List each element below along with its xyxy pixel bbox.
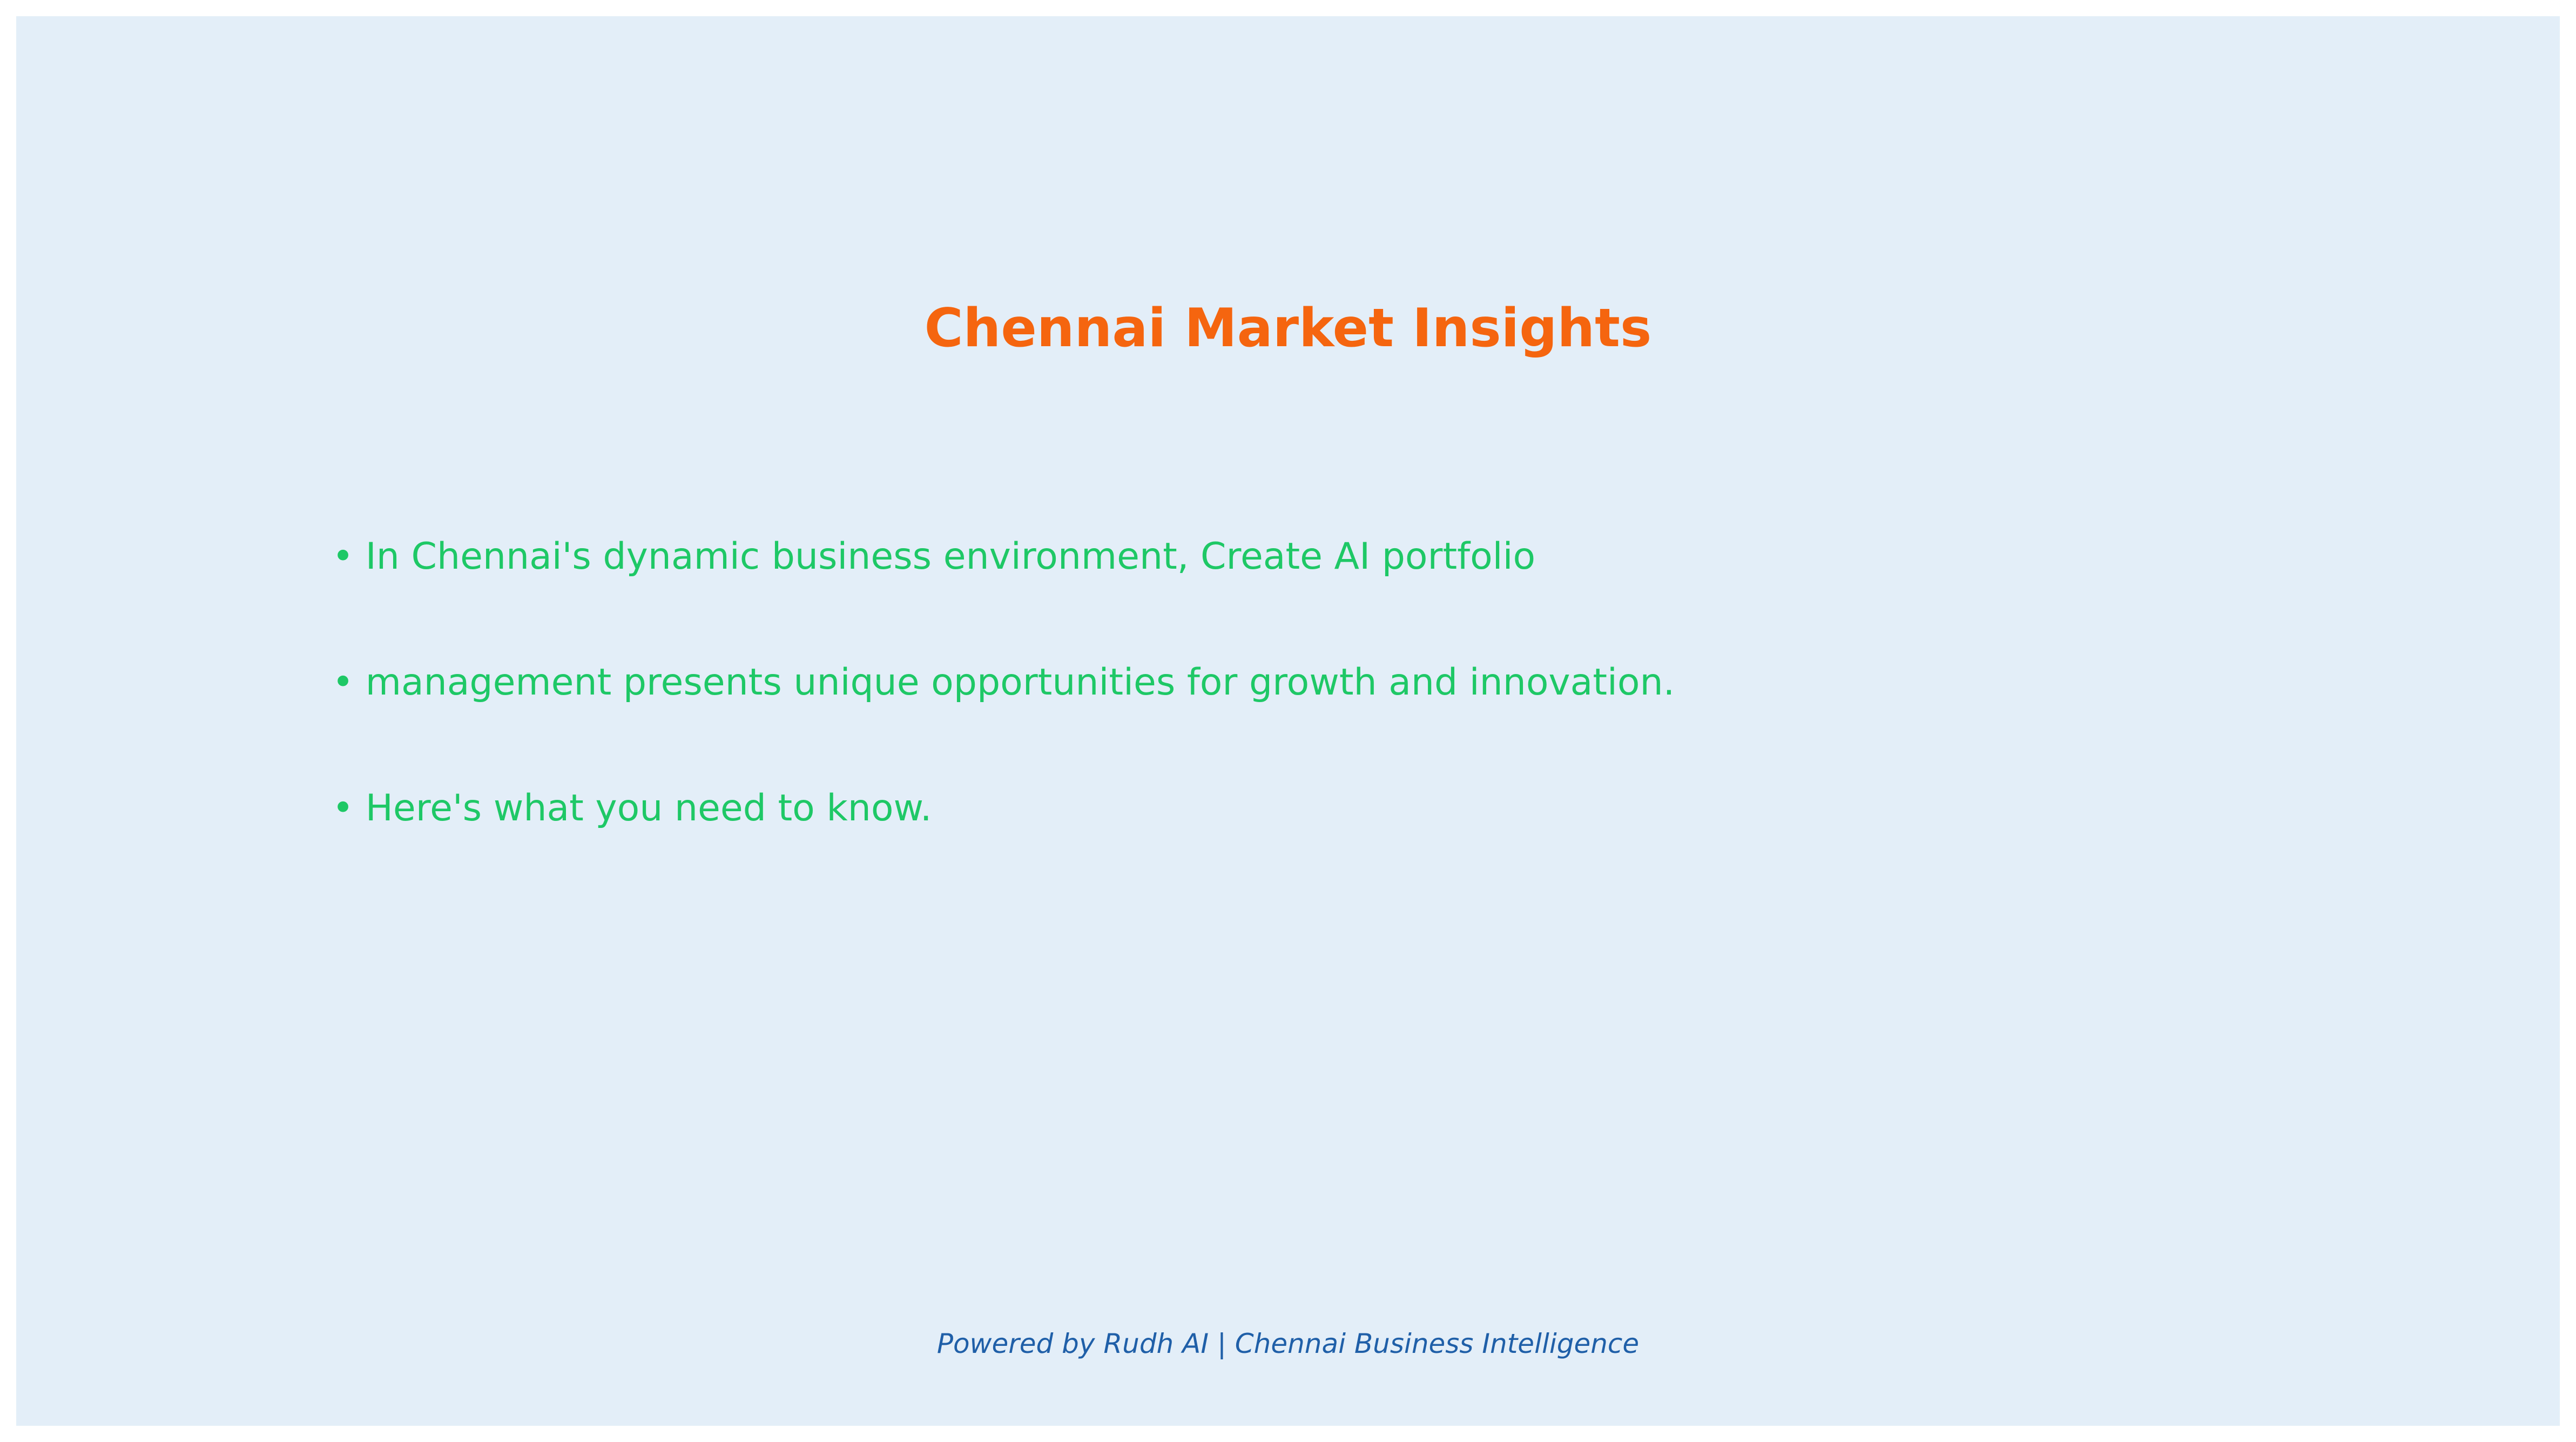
slide-title: Chennai Market Insights — [924, 298, 1652, 359]
bullet-item: • management presents unique opportuniti… — [332, 661, 1675, 704]
footer-credit: Powered by Rudh AI | Chennai Business In… — [936, 1328, 1640, 1359]
slide: Chennai Market Insights • In Chennai's d… — [16, 16, 2560, 1426]
bullet-item: • In Chennai's dynamic business environm… — [332, 535, 1536, 578]
bullet-item: • Here's what you need to know. — [332, 787, 932, 830]
